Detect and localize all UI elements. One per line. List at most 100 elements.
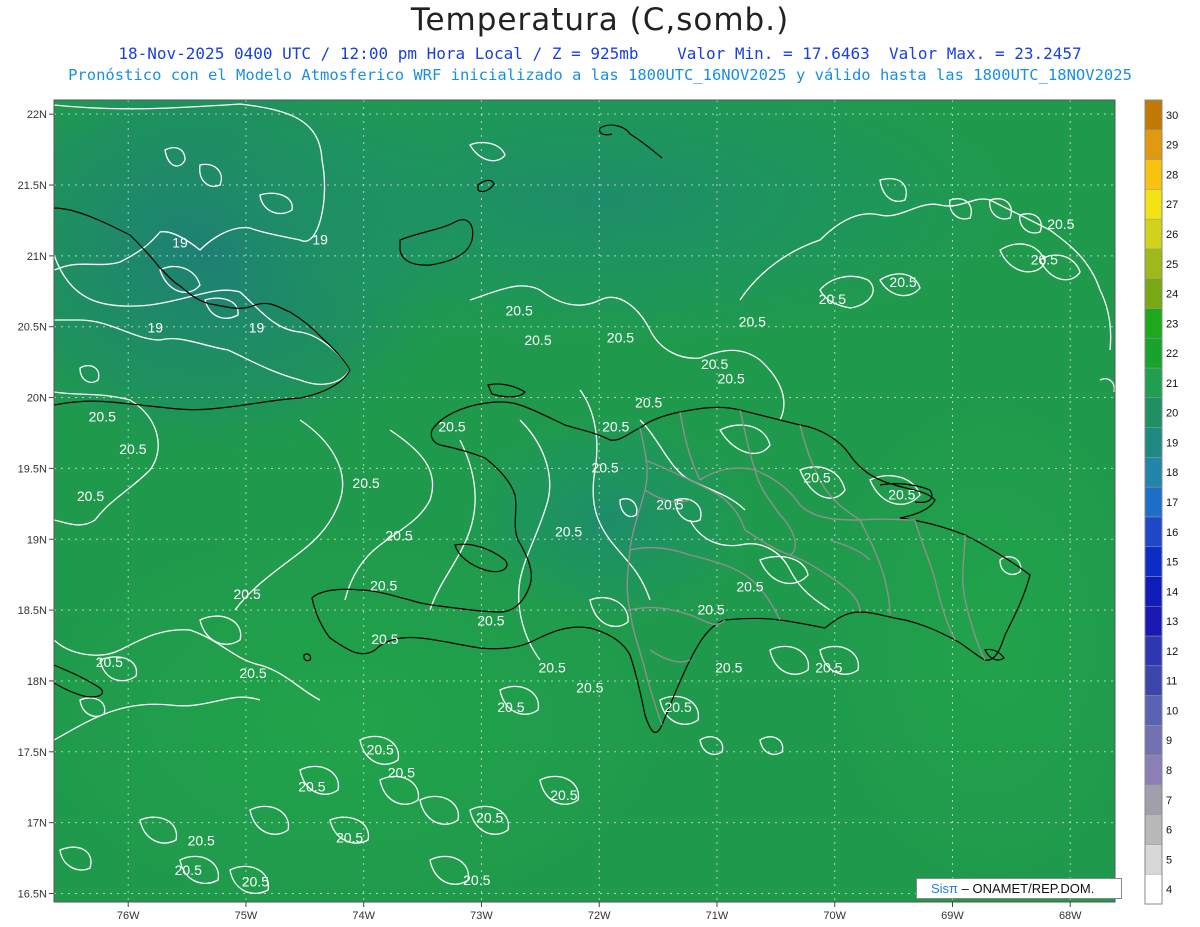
colorbar-swatch — [1144, 576, 1163, 607]
contour-label: 20.5 — [371, 631, 398, 647]
colorbar-label: 22 — [1166, 348, 1178, 360]
contour-label: 20.5 — [555, 523, 582, 539]
contour-label: 20.5 — [367, 742, 394, 758]
colorbar-label: 14 — [1166, 586, 1178, 598]
lat-tick-label: 22N — [27, 109, 47, 121]
lat-tick-label: 19N — [27, 534, 47, 546]
contour-label: 20.5 — [385, 528, 412, 544]
colorbar-label: 17 — [1166, 497, 1178, 509]
contour-label: 20.5 — [233, 586, 260, 602]
contour-label: 20.5 — [242, 873, 269, 889]
colorbar-label: 23 — [1166, 318, 1178, 330]
colorbar-label: 9 — [1166, 735, 1172, 747]
colorbar-swatch — [1144, 844, 1163, 875]
colorbar-label: 29 — [1166, 140, 1178, 152]
lat-tick-label: 17N — [27, 818, 47, 830]
colorbar-swatch — [1144, 308, 1163, 339]
lat-tick-label: 20.5N — [18, 322, 47, 334]
lon-tick-label: 69W — [941, 910, 964, 922]
contour-label: 19 — [147, 319, 163, 335]
colorbar-swatch — [1144, 873, 1163, 905]
colorbar-label: 28 — [1166, 169, 1178, 181]
contour-label: 20.5 — [388, 764, 415, 780]
colorbar-label: 20 — [1166, 408, 1178, 420]
contour-label: 20.5 — [888, 487, 915, 503]
colorbar-label: 30 — [1166, 110, 1178, 122]
lat-tick-label: 18.5N — [18, 605, 47, 617]
lon-tick-label: 71W — [706, 910, 729, 922]
contour-label: 20.5 — [819, 291, 846, 307]
colorbar-label: 16 — [1166, 527, 1178, 539]
colorbar-swatch — [1144, 665, 1163, 696]
colorbar-label: 4 — [1166, 884, 1172, 896]
lat-tick-label: 20N — [27, 393, 47, 405]
colorbar-swatch — [1144, 397, 1163, 428]
colorbar-label: 12 — [1166, 646, 1178, 658]
lat-tick-label: 18N — [27, 676, 47, 688]
colorbar-swatch — [1144, 337, 1163, 369]
colorbar-swatch — [1144, 695, 1163, 726]
colorbar-swatch — [1144, 189, 1163, 220]
colorbar-label: 25 — [1166, 259, 1178, 271]
contour-label: 20.5 — [497, 699, 524, 715]
contour-label: 20.5 — [463, 872, 490, 888]
contour-label: 20.5 — [635, 394, 662, 410]
lat-tick-label: 17.5N — [18, 747, 47, 759]
colorbar-swatch — [1144, 99, 1163, 131]
lon-tick-label: 75W — [235, 910, 258, 922]
contour-label: 20.5 — [119, 441, 146, 457]
contour-label: 20.5 — [239, 665, 266, 681]
contour-label: 20.5 — [477, 613, 504, 629]
contour-label: 20.5 — [77, 488, 104, 504]
sis-logo-text: Sisπ — [931, 881, 959, 896]
colorbar-swatch — [1144, 725, 1163, 756]
contour-label: 20.5 — [1031, 251, 1058, 267]
colorbar-label: 19 — [1166, 437, 1178, 449]
contour-label: 20.5 — [538, 659, 565, 675]
contour-label: 20.5 — [524, 332, 551, 348]
plot-area: 19 19 19 19 20.5 20.5 20.5 20.5 20.5 20.5 20.5 20.5… — [54, 100, 1115, 902]
contour-label: 20.5 — [438, 419, 465, 435]
contour-label: 20.5 — [476, 810, 503, 826]
contour-label: 20.5 — [889, 274, 916, 290]
lon-tick-label: 74W — [352, 910, 375, 922]
colorbar-label: 5 — [1166, 854, 1172, 866]
colorbar-label: 27 — [1166, 199, 1178, 211]
colorbar: 4 5 6 7 8 9 10 11 12 13 14 15 16 17 18 19 20 21 22 23 24 25 26… — [1144, 99, 1178, 905]
colorbar-label: 8 — [1166, 765, 1172, 777]
cuba-west-tip — [54, 211, 55, 212]
contour-label: 20.5 — [736, 579, 763, 595]
colorbar-label: 6 — [1166, 825, 1172, 837]
colorbar-swatch — [1144, 278, 1163, 309]
colorbar-swatch — [1144, 457, 1163, 488]
contour-label: 20.5 — [352, 475, 379, 491]
colorbar-label: 11 — [1166, 676, 1177, 688]
colorbar-swatch — [1144, 427, 1163, 458]
lon-tick-label: 72W — [588, 910, 611, 922]
colorbar-swatch — [1144, 546, 1163, 577]
contour-label: 20.5 — [656, 497, 683, 513]
contour-label: 20.5 — [1047, 216, 1074, 232]
lon-tick-label: 76W — [117, 910, 140, 922]
lat-tick-label: 21N — [27, 251, 47, 263]
contour-label: 20.5 — [739, 314, 766, 330]
colorbar-label: 24 — [1166, 289, 1178, 301]
contour-label: 19 — [249, 319, 265, 335]
colorbar-swatch — [1144, 159, 1163, 190]
colorbar-swatch — [1144, 635, 1163, 667]
colorbar-swatch — [1144, 248, 1163, 279]
contour-label: 20.5 — [697, 601, 724, 617]
shade-east — [820, 390, 1115, 890]
contour-label: 20.5 — [96, 654, 123, 670]
credit-text: – ONAMET/REP.DOM. — [958, 881, 1095, 896]
colorbar-label: 13 — [1166, 616, 1178, 628]
lat-tick-label: 19.5N — [18, 463, 47, 475]
contour-label: 20.5 — [717, 370, 744, 386]
colorbar-label: 7 — [1166, 795, 1172, 807]
colorbar-swatch — [1144, 605, 1163, 637]
contour-label: 19 — [312, 232, 328, 248]
colorbar-swatch — [1144, 516, 1163, 547]
contour-label: 19 — [172, 234, 188, 250]
colorbar-swatch — [1144, 784, 1163, 815]
contour-label: 20.5 — [664, 699, 691, 715]
